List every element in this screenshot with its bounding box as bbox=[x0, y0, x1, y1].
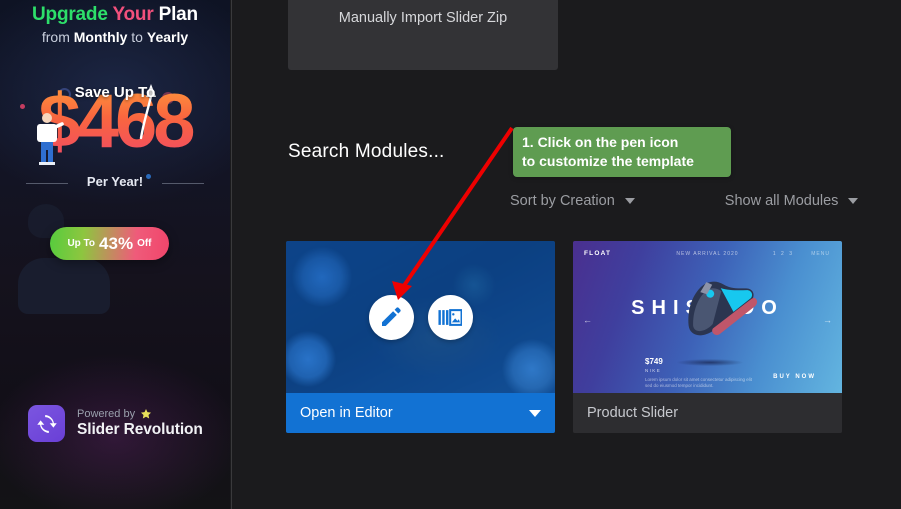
show-all-modules-dropdown[interactable]: Show all Modules bbox=[725, 193, 859, 209]
person-illustration bbox=[37, 113, 64, 165]
powered-by-block: Powered by Slider Revolution bbox=[28, 405, 203, 442]
deco-blob-bottom bbox=[18, 258, 110, 314]
powered-by-label: Powered by bbox=[77, 408, 136, 420]
module-thumbnail[interactable]: FLOAT NEW ARRIVAL 2020 1 2 3 MENU SHISHI… bbox=[573, 241, 842, 393]
chevron-down-icon bbox=[848, 198, 859, 204]
instruction-line-2: to customize the template bbox=[522, 153, 694, 169]
module-card-product-slider[interactable]: FLOAT NEW ARRIVAL 2020 1 2 3 MENU SHISHI… bbox=[573, 241, 842, 433]
sort-by-creation-label: Sort by Creation bbox=[510, 193, 615, 209]
sort-by-creation-dropdown[interactable]: Sort by Creation bbox=[510, 193, 635, 209]
sub-prefix: from bbox=[41, 29, 74, 45]
instruction-line-1: 1. Click on the pen icon bbox=[522, 134, 679, 150]
badge-suffix: Off bbox=[137, 238, 152, 249]
edit-pen-button[interactable] bbox=[368, 294, 414, 340]
badge-amount: 43% bbox=[99, 233, 134, 253]
slider-revolution-modules-page: Upgrade Your Plan from Monthly to Yearly… bbox=[0, 0, 901, 509]
headline-word-upgrade: Upgrade bbox=[32, 4, 108, 25]
preview-top-center-text: NEW ARRIVAL 2020 bbox=[676, 251, 739, 257]
sub-mid: to bbox=[127, 29, 147, 45]
preview-description: Lorem ipsum dolor sit amet consectetur a… bbox=[645, 377, 753, 388]
refresh-arrows-icon bbox=[36, 414, 57, 433]
promo-sidebar: Upgrade Your Plan from Monthly to Yearly… bbox=[0, 0, 230, 509]
preview-prev-arrow-icon: ← bbox=[583, 315, 592, 325]
preview-shoe-shadow bbox=[677, 359, 743, 366]
preview-top-nav: 1 2 3 bbox=[772, 251, 794, 257]
preview-top-menu: MENU bbox=[811, 251, 830, 257]
preview-slides-button[interactable] bbox=[427, 294, 473, 340]
slider-revolution-logo-icon bbox=[28, 405, 65, 442]
card-action-bar-open-in-editor[interactable]: Open in Editor bbox=[286, 393, 555, 433]
discount-badge[interactable]: Up To 43% Off bbox=[50, 227, 169, 260]
headline-word-your: Your bbox=[112, 4, 154, 25]
search-modules-input[interactable]: Search Modules... bbox=[288, 141, 445, 163]
module-card-open-in-editor[interactable]: Open in Editor bbox=[286, 241, 555, 433]
chevron-down-icon[interactable] bbox=[529, 409, 541, 417]
instruction-callout: 1. Click on the pen icon to customize th… bbox=[513, 127, 731, 177]
star-icon bbox=[141, 409, 152, 419]
card-title-bar-product-slider[interactable]: Product Slider bbox=[573, 393, 842, 433]
slideshow-icon bbox=[438, 308, 462, 326]
badge-prefix: Up To bbox=[67, 238, 96, 249]
promo-period-label: Per Year! bbox=[0, 174, 230, 189]
product-slider-label: Product Slider bbox=[587, 405, 679, 421]
pen-icon bbox=[382, 307, 401, 326]
sub-monthly: Monthly bbox=[73, 29, 128, 45]
preview-brand-small: NIKE bbox=[645, 368, 662, 373]
product-name: Slider Revolution bbox=[77, 421, 203, 438]
sub-yearly: Yearly bbox=[146, 29, 189, 45]
powered-by-line: Powered by bbox=[77, 408, 203, 420]
search-modules-placeholder: Search Modules... bbox=[288, 141, 445, 162]
headline-word-plan: Plan bbox=[158, 4, 199, 25]
preview-buy-now-button: BUY NOW bbox=[773, 374, 816, 380]
main-content: Manually Import Slider Zip Search Module… bbox=[232, 0, 901, 509]
promo-artwork: $468 Save Up To Per Year! bbox=[0, 58, 230, 208]
sidebar-subheadline: from Monthly to Yearly bbox=[0, 29, 230, 45]
powered-text-block: Powered by Slider Revolution bbox=[77, 408, 203, 439]
import-box-label: Manually Import Slider Zip bbox=[338, 10, 508, 26]
module-action-buttons bbox=[286, 241, 555, 393]
module-thumbnail[interactable] bbox=[286, 241, 555, 393]
promo-save-label: Save Up To bbox=[74, 84, 156, 101]
preview-price: $749 bbox=[645, 357, 663, 366]
sidebar-headline: Upgrade Your Plan bbox=[0, 4, 230, 26]
show-all-modules-label: Show all Modules bbox=[724, 193, 839, 209]
chevron-down-icon bbox=[624, 198, 635, 204]
preview-next-arrow-icon: → bbox=[823, 315, 832, 325]
open-in-editor-label: Open in Editor bbox=[300, 405, 393, 421]
filter-row: Sort by Creation Show all Modules bbox=[510, 193, 890, 209]
module-card-grid: Open in Editor FLOAT NEW ARRIVAL 2020 1 … bbox=[286, 241, 842, 433]
manually-import-slider-zip-box[interactable]: Manually Import Slider Zip bbox=[288, 0, 558, 70]
